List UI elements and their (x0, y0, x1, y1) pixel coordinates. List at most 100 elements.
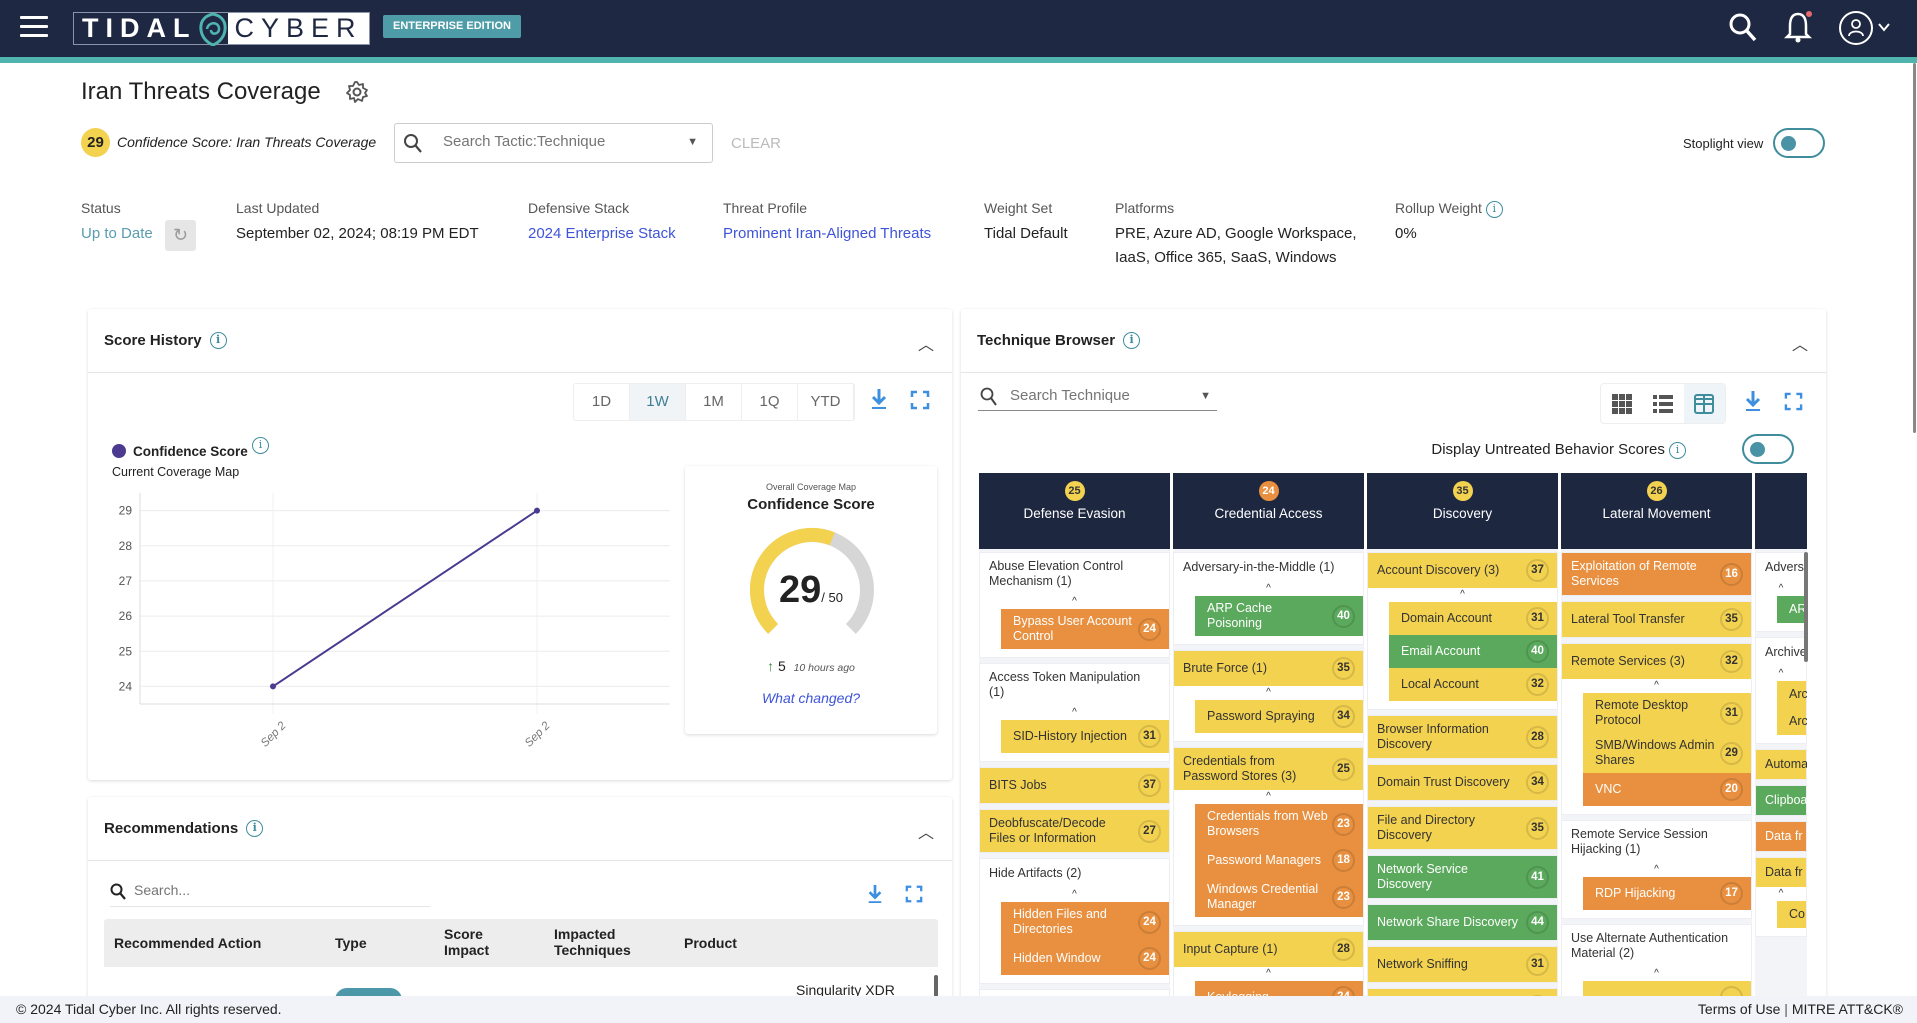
tactic-header[interactable]: 35 Discovery (1367, 473, 1558, 549)
matrix-view-button[interactable] (1601, 384, 1642, 423)
technique-item[interactable]: Use Alternate Authentication Material (2… (1562, 925, 1751, 967)
technique-item[interactable]: Advers (1756, 553, 1806, 582)
info-icon[interactable]: i (252, 437, 269, 454)
collapse-caret-icon[interactable]: ^ (1174, 790, 1363, 804)
untreated-scores-toggle[interactable] (1742, 434, 1794, 464)
technique-search-input[interactable] (1010, 387, 1180, 404)
search-tactic-input[interactable] (443, 133, 663, 150)
technique-item[interactable]: Brute Force (1) 35 (1174, 651, 1363, 686)
clear-button[interactable]: CLEAR (731, 135, 781, 152)
sub-technique-item[interactable]: Remote Desktop Protocol 31 (1583, 693, 1751, 733)
technique-item[interactable]: Remote Services (3) 32 (1562, 644, 1751, 679)
sub-technique-item[interactable]: Arc Me (1777, 681, 1807, 708)
sub-technique-item[interactable]: Hidden Window 24 (1001, 942, 1169, 975)
recommendations-search-input[interactable] (134, 882, 414, 898)
sub-technique-item[interactable] (1583, 981, 1751, 996)
sub-technique-item[interactable]: Windows Credential Manager 23 (1195, 877, 1363, 917)
fullscreen-icon[interactable] (910, 390, 930, 410)
page-scrollbar[interactable] (1913, 63, 1916, 433)
technique-item[interactable]: Archive (1756, 638, 1807, 667)
technique-item[interactable]: Data fr Reposit (1756, 858, 1807, 887)
technique-item[interactable]: Clipboa (1756, 786, 1807, 815)
info-icon[interactable]: i (209, 332, 227, 349)
technique-item[interactable]: Password Policy (1368, 989, 1557, 996)
range-button-ytd[interactable]: YTD (798, 384, 854, 420)
sub-technique-item[interactable]: Co (1777, 901, 1806, 928)
technique-item[interactable]: Abuse Elevation Control Mechanism (1) (980, 553, 1169, 595)
technique-item[interactable]: Network Share Discovery 44 (1368, 905, 1557, 940)
technique-item[interactable]: Adversary-in-the-Middle (1) (1174, 553, 1363, 582)
technique-item[interactable]: Network Service Discovery 41 (1368, 856, 1557, 898)
technique-item[interactable]: Deobfuscate/Decode Files or Information 2… (980, 810, 1169, 852)
threat-profile-link[interactable]: Prominent Iran-Aligned Threats (723, 222, 931, 246)
collapse-caret-icon[interactable]: ^ (1756, 582, 1806, 596)
technique-item[interactable]: Lateral Tool Transfer 35 (1562, 602, 1751, 637)
collapse-caret-icon[interactable]: ^ (980, 888, 1169, 902)
column-header[interactable]: Recommended Action (114, 935, 261, 951)
collapse-caret-icon[interactable]: ^ (980, 595, 1169, 609)
sub-technique-item[interactable]: RDP Hijacking 17 (1583, 877, 1751, 910)
sub-technique-item[interactable]: ARP Cache Poisoning 40 (1195, 596, 1363, 636)
tactic-header[interactable]: 24 Credential Access (1173, 473, 1364, 549)
sub-technique-item[interactable]: Local Account 32 (1389, 668, 1557, 701)
collapse-caret-icon[interactable]: ^ (1562, 863, 1751, 877)
sub-technique-item[interactable]: SID-History Injection 31 (1001, 720, 1169, 753)
technique-item[interactable]: Automa (1756, 750, 1807, 779)
sub-technique-item[interactable]: Email Account 40 (1389, 635, 1557, 668)
search-icon[interactable] (1728, 12, 1758, 44)
refresh-button[interactable]: ↻ (165, 220, 196, 251)
sub-technique-item[interactable]: Credentials from Web Browsers 23 (1195, 804, 1363, 844)
tactic-header[interactable]: 25 Defense Evasion (979, 473, 1170, 549)
technique-search[interactable]: ▼ (978, 384, 1217, 411)
column-header[interactable]: Product (684, 935, 737, 951)
mitre-attack-link[interactable]: MITRE ATT&CK® (1792, 1001, 1903, 1017)
info-icon[interactable]: i (1485, 200, 1503, 218)
collapse-caret-icon[interactable]: ^ (1174, 686, 1363, 700)
what-changed-link[interactable]: What changed? (685, 690, 937, 706)
sub-technique-item[interactable]: Domain Account 31 (1389, 602, 1557, 635)
info-icon[interactable]: i (1669, 441, 1686, 459)
user-icon[interactable] (1838, 10, 1874, 46)
card-view-button[interactable] (1683, 384, 1725, 423)
list-view-button[interactable] (1642, 384, 1683, 423)
technique-item[interactable]: Account Discovery (3) 37 (1368, 553, 1557, 588)
download-icon[interactable] (1743, 389, 1763, 413)
range-button-1d[interactable]: 1D (574, 384, 630, 420)
technique-item[interactable]: Access Token Manipulation (1) (980, 664, 1169, 706)
collapse-chevron-icon[interactable]: ︿ (1792, 331, 1808, 355)
collapse-caret-icon[interactable]: ^ (1562, 679, 1751, 693)
matrix-scrollbar[interactable] (1804, 552, 1808, 662)
column-header[interactable]: Type (335, 935, 367, 951)
technique-item[interactable]: Remote Service Session Hijacking (1) (1562, 821, 1751, 863)
collapse-caret-icon[interactable]: ^ (1562, 967, 1751, 981)
tactic-technique-search[interactable]: ▼ (394, 123, 713, 163)
technique-item[interactable]: Credentials from Password Stores (3) 25 (1174, 748, 1363, 790)
technique-item[interactable]: Input Capture (1) 28 (1174, 932, 1363, 967)
dropdown-arrow-icon[interactable]: ▼ (1200, 390, 1211, 402)
sub-technique-item[interactable]: SMB/Windows Admin Shares 29 (1583, 733, 1751, 773)
stoplight-view-toggle[interactable] (1773, 128, 1825, 158)
sub-technique-item[interactable]: Keylogging24 (1195, 981, 1363, 996)
tactic-header[interactable]: 26 Lateral Movement (1561, 473, 1752, 549)
recommendations-search[interactable] (110, 881, 430, 907)
collapse-caret-icon[interactable]: ^ (1368, 588, 1557, 602)
collapse-caret-icon[interactable]: ^ (1174, 967, 1363, 981)
collapse-chevron-icon[interactable]: ︿ (918, 331, 934, 355)
dropdown-arrow-icon[interactable]: ▼ (687, 136, 698, 148)
terms-of-use-link[interactable]: Terms of Use (1698, 1001, 1780, 1017)
gear-icon[interactable] (345, 80, 369, 104)
collapse-caret-icon[interactable]: ^ (1756, 667, 1806, 681)
bell-icon[interactable] (1783, 10, 1813, 44)
technique-item[interactable]: File and Directory Discovery 35 (1368, 807, 1557, 849)
technique-item[interactable]: Network Sniffing 31 (1368, 947, 1557, 982)
collapse-chevron-icon[interactable]: ︿ (918, 819, 934, 843)
fullscreen-icon[interactable] (1784, 392, 1803, 411)
fullscreen-icon[interactable] (905, 885, 923, 903)
sub-technique-item[interactable]: Password Spraying 34 (1195, 700, 1363, 733)
sub-technique-item[interactable]: Hidden Files and Directories 24 (1001, 902, 1169, 942)
defensive-stack-link[interactable]: 2024 Enterprise Stack (528, 222, 676, 246)
tactic-header[interactable] (1755, 473, 1807, 549)
menu-icon[interactable] (20, 10, 48, 43)
tidal-cyber-logo[interactable]: TIDAL CYBER (73, 11, 370, 46)
technique-item[interactable]: Browser Information Discovery 28 (1368, 716, 1557, 758)
